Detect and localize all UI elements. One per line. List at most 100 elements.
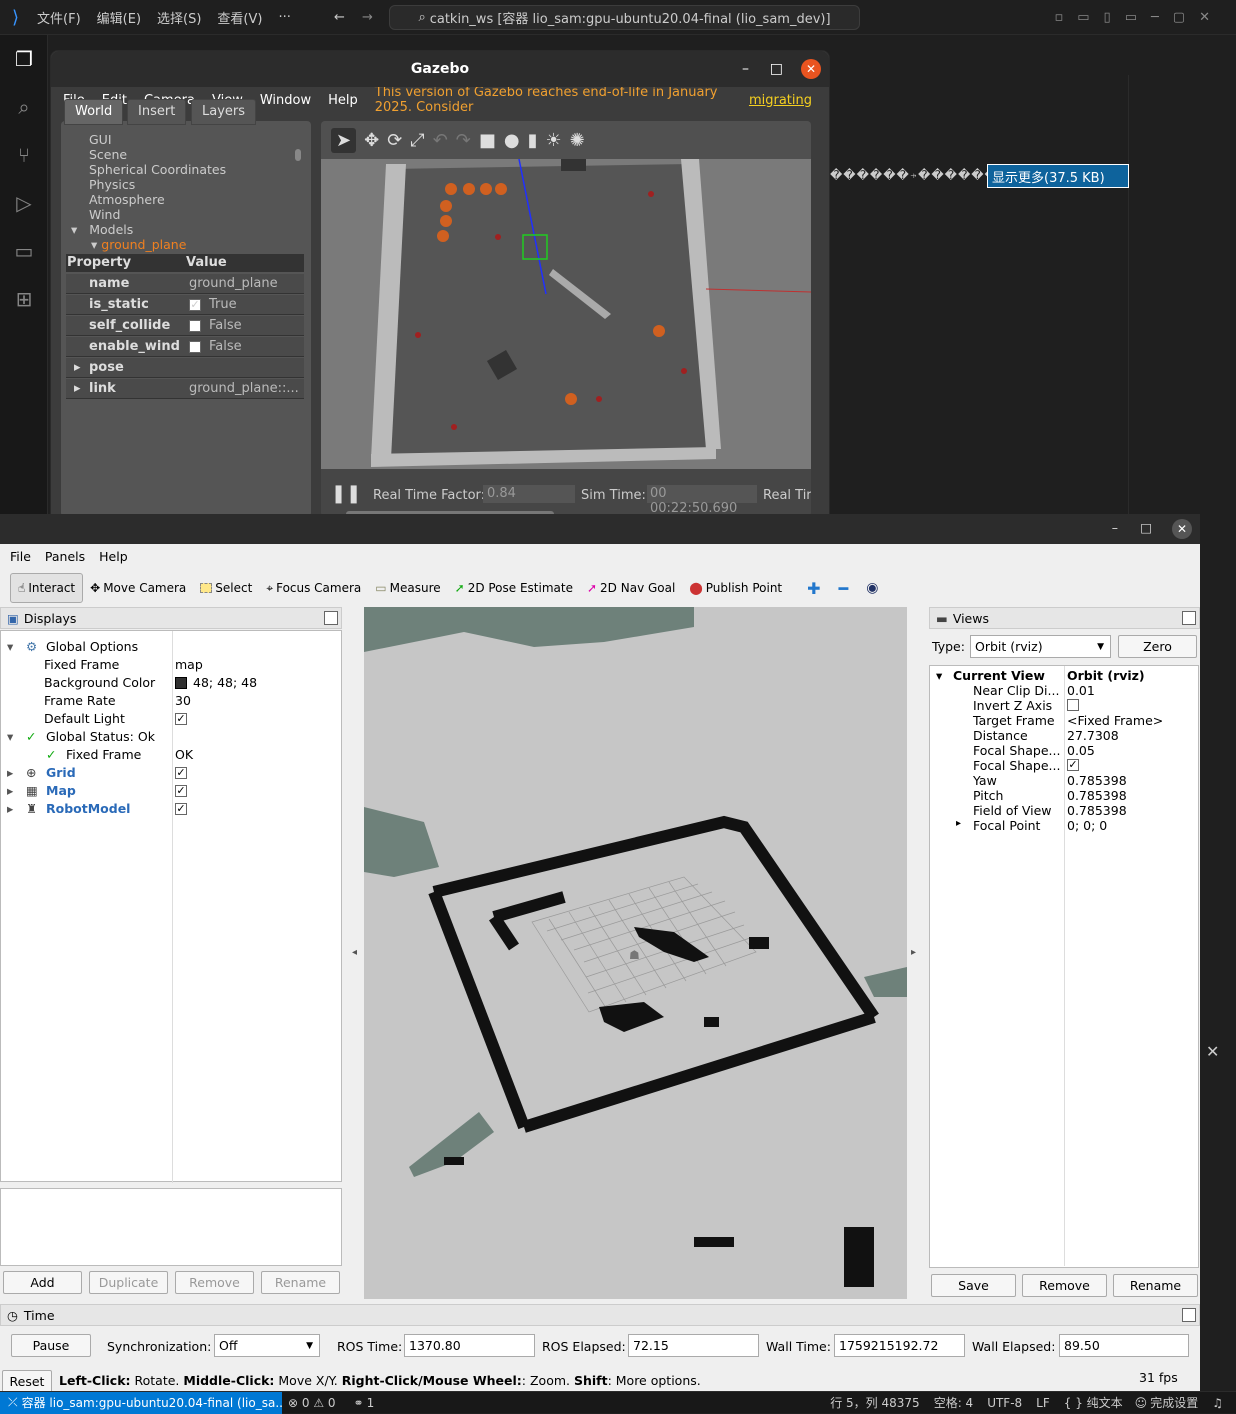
sphere-shape-icon[interactable]: ● [504,130,520,151]
reset-button[interactable]: Reset [2,1370,52,1393]
rv-menu-help[interactable]: Help [99,549,128,564]
tool-focus-camera[interactable]: ⌖ Focus Camera [259,573,368,603]
rename-display-button[interactable]: Rename [261,1271,340,1294]
prop-self-collide[interactable]: self_collide False [66,316,304,336]
minimize-icon[interactable]: – [1112,520,1118,535]
remote-explorer-icon[interactable]: ▭ [0,227,48,275]
time-float-checkbox[interactable] [1182,1308,1196,1322]
display-map[interactable]: ▸ ▦ Map ✓ [1,782,341,800]
explorer-icon[interactable]: ❐ [0,35,48,83]
view-type-select[interactable]: Orbit (rviz) ▼ [970,635,1111,658]
menu-select[interactable]: 选择(S) [157,8,201,27]
minimize-icon[interactable]: – [742,61,749,77]
tree-spherical[interactable]: Spherical Coordinates [89,162,226,177]
rotate-mode-icon[interactable]: ⟳ [387,130,402,151]
sync-select[interactable]: Off ▼ [214,1334,320,1357]
right-collapse-arrow-icon[interactable]: ▸ [911,947,916,958]
redo-icon[interactable]: ↷ [456,130,471,151]
display-status-fixed-frame[interactable]: ✓ Fixed Frame OK [1,746,341,764]
grid-checkbox[interactable]: ✓ [175,767,187,779]
prop-pose[interactable]: ▸ pose [66,358,304,378]
view-prop-value[interactable]: <Fixed Frame> [1067,713,1163,728]
gazebo-3d-scene[interactable]: ➤ ✥ ⟳ ⤢ ↶ ↷ ■ ● ▮ ☀ ✺ [321,121,811,517]
is-static-checkbox[interactable]: ✓ [189,299,201,311]
rv-menu-file[interactable]: File [10,549,31,564]
ros-time-field[interactable]: 1370.80 [404,1334,535,1357]
invert-z-checkbox[interactable] [1067,699,1079,711]
default-light-checkbox[interactable]: ✓ [175,713,187,725]
undo-icon[interactable]: ↶ [433,130,448,151]
tree-wind[interactable]: Wind [89,207,120,222]
display-value[interactable]: map [175,657,203,672]
language-mode[interactable]: { } 纯文本 [1064,1394,1123,1411]
gz-menu-help[interactable]: Help [328,93,358,108]
eye-icon[interactable]: ◉ [866,580,878,596]
cylinder-shape-icon[interactable]: ▮ [528,130,538,151]
tree-scene[interactable]: Scene [89,147,127,162]
tool-select[interactable]: Select [193,573,259,603]
menu-edit[interactable]: 编辑(E) [97,8,141,27]
view-prop-distance[interactable]: Distance 27.7308 [930,728,1199,743]
spot-light-icon[interactable]: ✺ [570,130,585,151]
rv-menu-panels[interactable]: Panels [45,549,85,564]
prop-link[interactable]: ▸ link ground_plane::... [66,379,304,399]
tree-physics[interactable]: Physics [89,177,135,192]
eol[interactable]: LF [1036,1396,1050,1410]
view-prop-value[interactable]: 0; 0; 0 [1067,818,1107,833]
display-global-status[interactable]: ▾ ✓ Global Status: Ok [1,728,341,746]
view-prop-focal-point[interactable]: ▸ Focal Point 0; 0; 0 [930,818,1199,833]
remove-view-button[interactable]: Remove [1022,1274,1107,1297]
scale-mode-icon[interactable]: ⤢ [410,130,424,151]
close-panel-icon[interactable]: ✕ [1206,1042,1219,1061]
setup-done[interactable]: 完成设置 [1150,1394,1198,1411]
prop-name[interactable]: name ground_plane [66,274,304,294]
left-collapse-arrow-icon[interactable]: ◂ [352,947,357,958]
tree-models[interactable]: ▾ Models [71,222,133,237]
display-value[interactable]: 48; 48; 48 [193,675,257,690]
back-arrow-icon[interactable]: ← [334,10,345,25]
remote-indicator[interactable]: ⤫ 容器 lio_sam:gpu-ubuntu20.04-final (lio_s… [0,1391,282,1414]
translate-mode-icon[interactable]: ✥ [364,130,379,151]
add-tool-icon[interactable]: ✚ [807,579,820,598]
tool-measure[interactable]: ▭ Measure [368,573,447,603]
view-prop-focal-shape-fixed[interactable]: Focal Shape... ✓ [930,758,1199,773]
point-light-icon[interactable]: ☀ [546,130,562,151]
menu-view[interactable]: 查看(V) [217,8,262,27]
source-control-icon[interactable]: ⑂ [0,131,48,179]
view-prop-focal-shape-size[interactable]: Focal Shape... 0.05 [930,743,1199,758]
select-mode-icon[interactable]: ➤ [331,127,357,153]
tab-layers[interactable]: Layers [191,99,257,125]
displays-float-checkbox[interactable] [324,611,338,625]
ros-elapsed-field[interactable]: 72.15 [628,1334,759,1357]
box-shape-icon[interactable]: ■ [479,130,496,151]
robot-model-checkbox[interactable]: ✓ [175,803,187,815]
self-collide-checkbox[interactable] [189,320,201,332]
cursor-position[interactable]: 行 5，列 48375 [830,1394,919,1411]
tool-publish-point[interactable]: ⬤ Publish Point [682,573,789,603]
view-prop-value[interactable]: 0.01 [1067,683,1095,698]
indentation[interactable]: 空格: 4 [934,1394,974,1411]
problems-indicator[interactable]: ⊗ 0 ⚠ 0 [288,1396,336,1410]
remove-tool-icon[interactable]: ━ [839,579,849,598]
enable-wind-checkbox[interactable] [189,341,201,353]
close-icon[interactable]: ✕ [801,59,821,79]
migrating-link[interactable]: migrating [749,93,812,108]
view-prop-yaw[interactable]: Yaw 0.785398 [930,773,1199,788]
tab-world[interactable]: World [64,99,124,125]
current-view-row[interactable]: ▾ Current View Orbit (rviz) [930,668,1199,683]
view-prop-fov[interactable]: Field of View 0.785398 [930,803,1199,818]
command-center-search[interactable]: ⌕ catkin_ws [容器 lio_sam:gpu-ubuntu20.04-… [389,5,860,30]
display-frame-rate[interactable]: Frame Rate 30 [1,692,341,710]
forward-arrow-icon[interactable]: → [362,10,373,25]
display-global-options[interactable]: ▾ ⚙ Global Options [1,638,341,656]
view-prop-value[interactable]: 27.7308 [1067,728,1119,743]
run-debug-icon[interactable]: ▷ [0,179,48,227]
tree-gui[interactable]: GUI [89,132,112,147]
display-value[interactable]: 30 [175,693,191,708]
tree-atmosphere[interactable]: Atmosphere [89,192,165,207]
show-more-button[interactable]: 显示更多(37.5 KB) [987,164,1129,188]
tool-move-camera[interactable]: ✥ Move Camera [83,573,193,603]
display-grid[interactable]: ▸ ⊕ Grid ✓ [1,764,341,782]
tool-2d-nav-goal[interactable]: ➚ 2D Nav Goal [580,573,682,603]
tab-insert[interactable]: Insert [127,99,187,125]
